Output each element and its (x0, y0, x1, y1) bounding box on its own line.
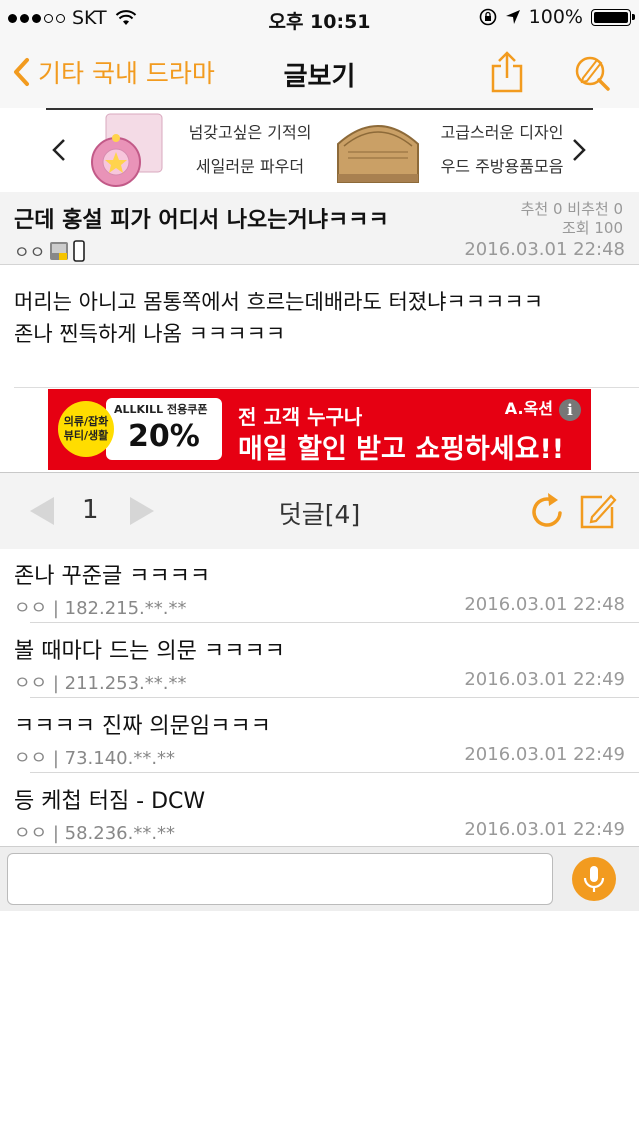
battery-icon (591, 8, 635, 26)
comment-item[interactable]: 볼 때마다 드는 의문 ㅋㅋㅋㅋ ㅇㅇ | 211.253.**.** 2016… (0, 623, 639, 698)
comment-text: ㅋㅋㅋㅋ 진짜 의문임ㅋㅋㅋ (14, 714, 271, 739)
product-image-breadbox[interactable] (332, 114, 424, 192)
post-recommend-count: 추천 0 비추천 0 (520, 200, 623, 218)
comment-input[interactable] (7, 853, 553, 905)
magnifier-pencil-icon (575, 56, 610, 91)
mobile-gallery-icon (50, 241, 69, 260)
page-title: 글보기 (283, 62, 356, 92)
divider (14, 387, 639, 388)
product1-line2: 세일러문 파우더 (195, 157, 305, 176)
post-view-count: 조회 100 (562, 219, 623, 237)
microphone-icon (583, 866, 605, 892)
search-write-button[interactable] (572, 52, 612, 96)
chevron-left-icon (52, 139, 65, 161)
banner-prev-button[interactable] (52, 138, 66, 169)
comment-item[interactable]: 존나 꾸준글 ㅋㅋㅋㅋ ㅇㅇ | 182.215.**.** 2016.03.0… (0, 548, 639, 623)
compose-icon (580, 494, 617, 529)
chevron-right-icon (573, 139, 586, 161)
status-bar: SKT 오후 10:51 100% (0, 0, 639, 36)
post-header: 근데 홍설 피가 어디서 나오는거냐ㅋㅋㅋ 추천 0 비추천 0 조회 100 … (0, 192, 639, 265)
location-arrow-icon (505, 10, 520, 24)
share-icon (491, 51, 523, 93)
post-body-line2: 존나 찐득하게 나옴 ㅋㅋㅋㅋㅋ (14, 322, 286, 346)
comment-author: ㅇㅇ | 211.253.**.** (14, 673, 187, 694)
ad-banner[interactable]: 의류/잡화 뷰티/생활 ALLKILL 전용쿠폰 20% 전 고객 누구나 매일… (48, 389, 591, 470)
post-title: 근데 홍설 피가 어디서 나오는거냐ㅋㅋㅋ (14, 208, 389, 233)
post-body-line1: 머리는 아니고 몸통쪽에서 흐르는데배라도 터졌냐ㅋㅋㅋㅋㅋ (14, 290, 544, 314)
comment-date: 2016.03.01 22:48 (464, 594, 625, 615)
comment-text: 볼 때마다 드는 의문 ㅋㅋㅋㅋ (14, 639, 285, 664)
ad-percent: 20% (128, 419, 200, 454)
comment-author: ㅇㅇ | 182.215.**.** (14, 598, 187, 619)
ad-brand: A.옥션 (504, 399, 553, 418)
share-button[interactable] (488, 50, 526, 98)
ad-category-badge: 의류/잡화 뷰티/생활 (58, 401, 114, 457)
ad-line1: 전 고객 누구나 (238, 405, 363, 429)
refresh-icon (532, 493, 562, 527)
voice-input-button[interactable] (572, 857, 616, 901)
status-right: 100% (479, 6, 635, 28)
product2-caption[interactable]: 고급스러운 디자인 우드 주방용품모음 (432, 116, 572, 184)
product2-line1: 고급스러운 디자인 (440, 123, 564, 142)
refresh-button[interactable] (528, 491, 566, 535)
comment-date: 2016.03.01 22:49 (464, 819, 625, 840)
comment-text: 존나 꾸준글 ㅋㅋㅋㅋ (14, 564, 211, 589)
comment-item[interactable]: ㅋㅋㅋㅋ 진짜 의문임ㅋㅋㅋ ㅇㅇ | 73.140.**.** 2016.03… (0, 698, 639, 773)
comment-input-bar (0, 846, 639, 911)
post-date: 2016.03.01 22:48 (464, 239, 625, 260)
banner-next-button[interactable] (572, 138, 586, 169)
mobile-phone-icon (73, 239, 86, 262)
ad-allkill-label: ALLKILL 전용쿠폰 (114, 403, 208, 416)
comment-text: 등 케첩 터짐 - DCW (14, 789, 206, 814)
product2-line2: 우드 주방용품모음 (440, 157, 564, 176)
ad-line2: 매일 할인 받고 쇼핑하세요!! (238, 434, 565, 465)
product1-caption[interactable]: 넘갖고싶은 기적의 세일러문 파우더 (180, 116, 320, 184)
comment-date: 2016.03.01 22:49 (464, 669, 625, 690)
post-body: 머리는 아니고 몸통쪽에서 흐르는데배라도 터졌냐ㅋㅋㅋㅋㅋ 존나 찐득하게 나… (14, 286, 634, 350)
comments-toolbar: 1 덧글[4] (0, 472, 639, 549)
post-author: ㅇㅇ (14, 238, 86, 263)
comment-date: 2016.03.01 22:49 (464, 744, 625, 765)
product-image-compact[interactable] (78, 112, 168, 194)
battery-percent: 100% (528, 6, 583, 28)
ad-info-icon[interactable]: i (559, 399, 581, 421)
nav-bar: 기타 국내 드라마 글보기 (0, 36, 639, 108)
comment-author: ㅇㅇ | 58.236.**.** (14, 823, 176, 844)
post-author-name: ㅇㅇ (14, 243, 46, 263)
rotation-lock-icon (479, 8, 496, 26)
comment-item[interactable]: 등 케첩 터짐 - DCW ㅇㅇ | 58.236.**.** 2016.03.… (0, 773, 639, 848)
product-banner: 넘갖고싶은 기적의 세일러문 파우더 고급스러운 디자인 우드 주방용품모음 (0, 110, 639, 192)
write-comment-button[interactable] (578, 491, 618, 535)
product1-line1: 넘갖고싶은 기적의 (188, 123, 312, 142)
comment-author: ㅇㅇ | 73.140.**.** (14, 748, 176, 769)
